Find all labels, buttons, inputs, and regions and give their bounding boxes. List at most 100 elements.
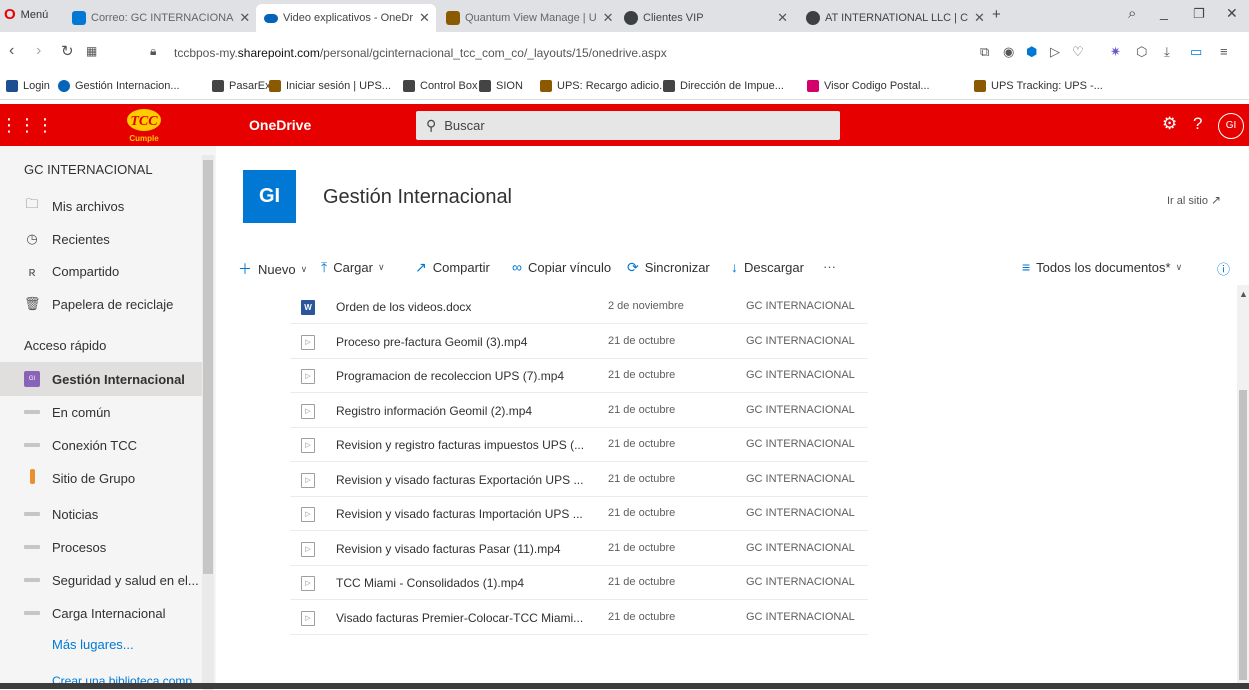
settings-gear-icon[interactable]: ⚙ [1162, 114, 1177, 134]
more-places-link[interactable]: Más lugares... [52, 637, 134, 652]
help-icon[interactable]: ? [1193, 114, 1202, 134]
main-scrollbar-thumb[interactable] [1239, 390, 1247, 680]
tab-clientes-vip[interactable]: Clientes VIP ✕ [616, 4, 796, 32]
file-name[interactable]: Revision y visado facturas Exportación U… [336, 473, 583, 487]
close-icon[interactable]: ✕ [413, 10, 430, 26]
bookmark-ups-recargo[interactable]: UPS: Recargo adicio... [540, 80, 668, 92]
view-switcher[interactable]: ≡ Todos los documentos* ∨ [1022, 259, 1182, 275]
camera-icon[interactable]: ◉ [1003, 44, 1014, 60]
file-row[interactable]: ▷ Revision y visado facturas Pasar (11).m… [290, 532, 868, 566]
tab-label: Clientes VIP [643, 12, 704, 24]
search-tabs-icon[interactable]: ⌕ [1128, 5, 1136, 22]
search-box[interactable]: ⚲ Buscar [416, 111, 840, 140]
file-row[interactable]: ▷ Revision y registro facturas impuestos … [290, 428, 868, 462]
file-row[interactable]: W Orden de los videos.docx 2 de noviembre G… [290, 290, 868, 324]
reload-icon[interactable]: ↻ [61, 42, 74, 60]
restore-icon[interactable]: ❐ [1193, 6, 1205, 22]
app-launcher-icon[interactable]: ⋮⋮⋮ [0, 104, 54, 146]
file-row[interactable]: ▷ Proceso pre-factura Geomil (3).mp4 21 de… [290, 325, 868, 359]
file-row[interactable]: ▷ Programacion de recoleccion UPS (7).mp4… [290, 359, 868, 393]
sync-button[interactable]: ⟳ Sincronizar [627, 259, 710, 276]
info-icon[interactable]: ⓘ [1217, 259, 1230, 278]
nav-en-comun[interactable]: En común [0, 395, 202, 429]
file-name[interactable]: Revision y registro facturas impuestos U… [336, 438, 584, 452]
easy-setup-icon[interactable]: ≡ [1220, 44, 1228, 59]
close-icon[interactable]: ✕ [233, 10, 250, 26]
file-row[interactable]: ▷ Registro información Geomil (2).mp4 21 d… [290, 394, 868, 428]
back-icon[interactable]: ‹ [9, 42, 14, 60]
scroll-up-arrow-icon[interactable]: ▲ [1239, 289, 1248, 299]
download-button[interactable]: ↓ Descargar [731, 259, 804, 275]
copy-link-button[interactable]: ∞ Copiar vínculo [512, 259, 611, 275]
nav-compartido[interactable]: ʀ Compartido [0, 254, 202, 288]
site-title: Gestión Internacional [323, 186, 513, 208]
tcc-logo[interactable]: TCC Cumple [116, 107, 172, 143]
more-commands-button[interactable]: ··· [823, 259, 836, 274]
nav-noticias[interactable]: Noticias [0, 497, 202, 531]
nav-seguridad[interactable]: Seguridad y salud en el... [0, 563, 202, 597]
new-button[interactable]: ＋ Nuevo ∨ [238, 259, 307, 279]
go-to-site-link[interactable]: Ir al sitio ↗ [1167, 193, 1221, 207]
bookmark-gestion[interactable]: Gestión Internacion... [58, 80, 180, 92]
bookmark-ups-tracking[interactable]: UPS Tracking: UPS -... [974, 80, 1103, 92]
share-button[interactable]: ↗ Compartir [415, 259, 490, 276]
app-name[interactable]: OneDrive [249, 117, 311, 133]
file-name[interactable]: TCC Miami - Consolidados (1).mp4 [336, 576, 524, 590]
battery-icon[interactable]: ▭ [1190, 44, 1202, 60]
tab-correo[interactable]: Correo: GC INTERNACIONA ✕ [64, 4, 254, 32]
bookmark-direccion[interactable]: Dirección de Impue... [663, 80, 784, 92]
file-name[interactable]: Registro información Geomil (2).mp4 [336, 404, 532, 418]
tab-onedrive[interactable]: Video explicativos - OneDr ✕ [256, 4, 436, 32]
bookmark-pasarex[interactable]: PasarEx [212, 80, 271, 92]
opera-menu-button[interactable]: O Menú [4, 6, 48, 23]
close-window-icon[interactable]: ✕ [1226, 5, 1238, 22]
snapshot-icon[interactable]: ⧉ [980, 44, 989, 60]
nav-carga-internacional[interactable]: Carga Internacional [0, 596, 202, 630]
bookmark-visor[interactable]: Visor Codigo Postal... [807, 80, 930, 92]
extension-icon[interactable]: ✷ [1110, 44, 1121, 60]
file-name[interactable]: Programacion de recoleccion UPS (7).mp4 [336, 369, 564, 383]
heart-icon[interactable]: ♡ [1072, 44, 1084, 60]
nav-recientes[interactable]: ◷ Recientes [0, 222, 202, 256]
bookmark-control-box[interactable]: Control Box [403, 80, 477, 92]
nav-conexion-tcc[interactable]: Conexión TCC [0, 428, 202, 462]
bookmark-sion[interactable]: SION [479, 80, 523, 92]
file-name[interactable]: Proceso pre-factura Geomil (3).mp4 [336, 335, 527, 349]
nav-mis-archivos[interactable]: 🗀︎ Mis archivos [0, 189, 202, 223]
nav-procesos[interactable]: Procesos [0, 530, 202, 564]
file-name[interactable]: Orden de los videos.docx [336, 300, 471, 314]
url-field[interactable]: tccbpos-my.sharepoint.com/personal/gcint… [174, 46, 667, 60]
nav-sitio-de-grupo[interactable]: Sitio de Grupo [0, 461, 202, 495]
file-name[interactable]: Revision y visado facturas Importación U… [336, 507, 583, 521]
file-row[interactable]: ▷ Visado facturas Premier-Colocar-TCC Mia… [290, 601, 868, 635]
download-icon[interactable]: ⤓ [1164, 44, 1170, 60]
tab-at-international[interactable]: AT INTERNATIONAL LLC | C ✕ [798, 4, 986, 32]
bookmark-login[interactable]: Login [6, 80, 50, 92]
shield-icon[interactable]: ⬢ [1026, 44, 1037, 60]
file-name[interactable]: Revision y visado facturas Pasar (11).mp… [336, 542, 561, 556]
upload-button[interactable]: ⤒ Cargar ∨ [321, 259, 385, 276]
speed-dial-icon[interactable]: ▦ [86, 44, 97, 58]
plus-icon: ＋ [238, 261, 252, 277]
command-label: Compartir [432, 260, 490, 275]
file-row[interactable]: ▷ Revision y visado facturas Importación … [290, 497, 868, 531]
close-icon[interactable]: ✕ [771, 10, 788, 26]
bookmark-ups-login[interactable]: Iniciar sesión | UPS... [269, 80, 391, 92]
forward-icon[interactable]: › [36, 42, 41, 60]
nav-scrollbar-thumb[interactable] [203, 160, 213, 574]
avatar[interactable]: GI [1218, 113, 1244, 139]
send-icon[interactable]: ▷ [1050, 44, 1060, 60]
page-icon [663, 80, 675, 92]
new-tab-plus-icon[interactable]: + [992, 6, 1001, 23]
close-icon[interactable]: ✕ [968, 10, 985, 26]
file-name[interactable]: Visado facturas Premier-Colocar-TCC Miam… [336, 611, 583, 625]
close-icon[interactable]: ✕ [597, 10, 614, 26]
tab-quantum-view[interactable]: Quantum View Manage | U ✕ [438, 4, 614, 32]
nav-papelera[interactable]: 🗑︎ Papelera de reciclaje [0, 287, 202, 321]
cube-icon[interactable]: ⬡ [1136, 44, 1147, 60]
minimize-icon[interactable]: _ [1160, 4, 1168, 20]
command-bar: ＋ Nuevo ∨ ⤒ Cargar ∨ ↗ Compartir ∞ Copiar vínc… [235, 256, 1245, 282]
nav-gestion-internacional[interactable]: GI Gestión Internacional [0, 362, 202, 396]
file-row[interactable]: ▷ Revision y visado facturas Exportación … [290, 463, 868, 497]
file-row[interactable]: ▷ TCC Miami - Consolidados (1).mp4 21 de o… [290, 566, 868, 600]
